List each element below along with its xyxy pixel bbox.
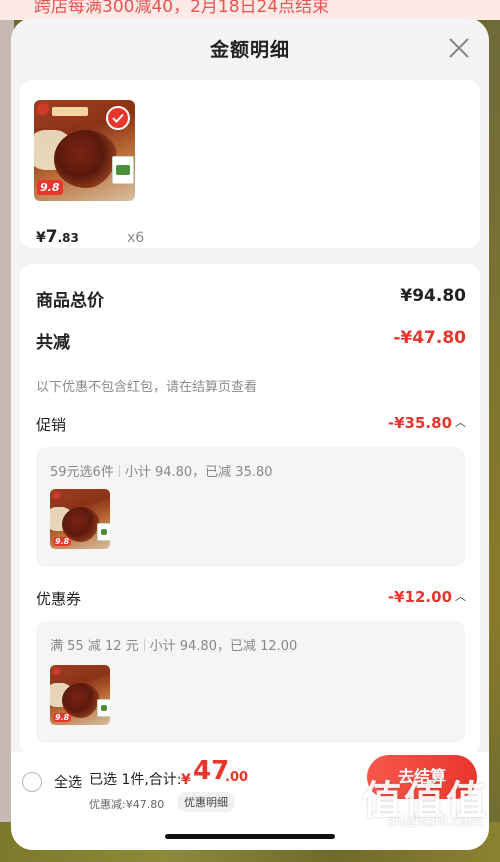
coupon-product-image[interactable]: 9.8 xyxy=(50,665,110,725)
food-icon xyxy=(54,130,118,188)
coupon-detail-box: 满 55 减 12 元小计 94.80，已减 12.00 9.8 xyxy=(36,621,465,743)
package-icon xyxy=(97,699,110,717)
select-all-label[interactable]: 全选 xyxy=(54,772,82,792)
discount-note: 以下优惠不包含红包，请在结算页查看 xyxy=(36,380,258,395)
selected-check-icon xyxy=(106,106,130,130)
discount-detail-button[interactable]: 优惠明细 xyxy=(177,792,235,812)
promotion-value[interactable]: -¥35.80 ︿ xyxy=(388,414,466,432)
divider xyxy=(143,639,145,651)
sheet-title: 金额明细 xyxy=(209,39,290,61)
home-indicator xyxy=(165,834,335,839)
discount-amount: 优惠减:¥47.80 xyxy=(89,798,165,811)
brand-logo-icon xyxy=(53,492,60,499)
goods-total-value: ¥94.80 xyxy=(400,286,466,306)
unit-price: ¥7.83 xyxy=(36,227,79,247)
image-price-tag: 9.8 xyxy=(53,537,72,546)
product-card: 9.8 ¥7.83 x6 xyxy=(20,80,480,248)
coupon-rule-text: 满 55 减 12 元小计 94.80，已减 12.00 xyxy=(50,639,298,654)
amount-detail-sheet: 金额明细 9.8 ¥7.83 x6 商品总价 ¥94.80 共减 -¥47.80… xyxy=(11,18,489,850)
chevron-up-icon: ︿ xyxy=(455,590,466,603)
promotion-product-image[interactable]: 9.8 xyxy=(50,489,110,549)
checkout-bar: 全选 已选 1件,合计: ¥ 47 .00 优惠减:¥47.80 优惠明细 去结… xyxy=(11,752,489,850)
total-reduce-row: 共减 -¥47.80 xyxy=(36,328,466,353)
package-icon xyxy=(97,523,110,541)
total-reduce-label: 共减 xyxy=(36,333,70,353)
product-quantity: x6 xyxy=(127,230,145,246)
divider xyxy=(118,465,120,477)
coupon-row[interactable]: 优惠券 -¥12.00 ︿ xyxy=(36,588,466,609)
brand-logo-icon xyxy=(53,668,60,675)
checkout-button[interactable]: 去结算 xyxy=(367,755,477,799)
chevron-up-icon: ︿ xyxy=(455,416,466,429)
promo-badge-icon xyxy=(52,107,88,116)
total-currency: ¥ xyxy=(181,772,191,788)
selected-summary: 已选 1件,合计: xyxy=(89,772,182,788)
close-button[interactable] xyxy=(447,36,471,60)
price-detail-card: 商品总价 ¥94.80 共减 -¥47.80 以下优惠不包含红包，请在结算页查看… xyxy=(20,264,480,754)
goods-total-row: 商品总价 ¥94.80 xyxy=(36,286,466,311)
coupon-label: 优惠券 xyxy=(36,590,82,608)
select-all-radio[interactable] xyxy=(22,772,42,792)
promotion-row[interactable]: 促销 -¥35.80 ︿ xyxy=(36,414,466,435)
promotion-rule-text: 59元选6件 小计 94.80，已减 35.80 xyxy=(50,465,273,480)
image-price-tag: 9.8 xyxy=(53,713,72,722)
coupon-value[interactable]: -¥12.00 ︿ xyxy=(388,588,466,606)
product-image[interactable]: 9.8 xyxy=(34,100,135,201)
package-icon xyxy=(112,156,134,184)
background-banner-text: 跨店每满300减40，2月18日24点结束 xyxy=(34,0,330,17)
image-price-tag: 9.8 xyxy=(37,180,63,195)
goods-total-label: 商品总价 xyxy=(36,291,104,311)
promotion-detail-box: 59元选6件 小计 94.80，已减 35.80 9.8 xyxy=(36,447,465,567)
background-right xyxy=(488,0,500,862)
total-reduce-value: -¥47.80 xyxy=(393,328,466,348)
total-amount-decimal: .00 xyxy=(225,770,249,785)
total-amount: 47 xyxy=(193,756,230,786)
promotion-label: 促销 xyxy=(36,416,67,434)
brand-logo-icon xyxy=(37,103,49,115)
close-icon xyxy=(449,38,469,58)
background-banner: 跨店每满300减40，2月18日24点结束 xyxy=(0,0,500,20)
sheet-header: 金额明细 xyxy=(11,18,489,82)
